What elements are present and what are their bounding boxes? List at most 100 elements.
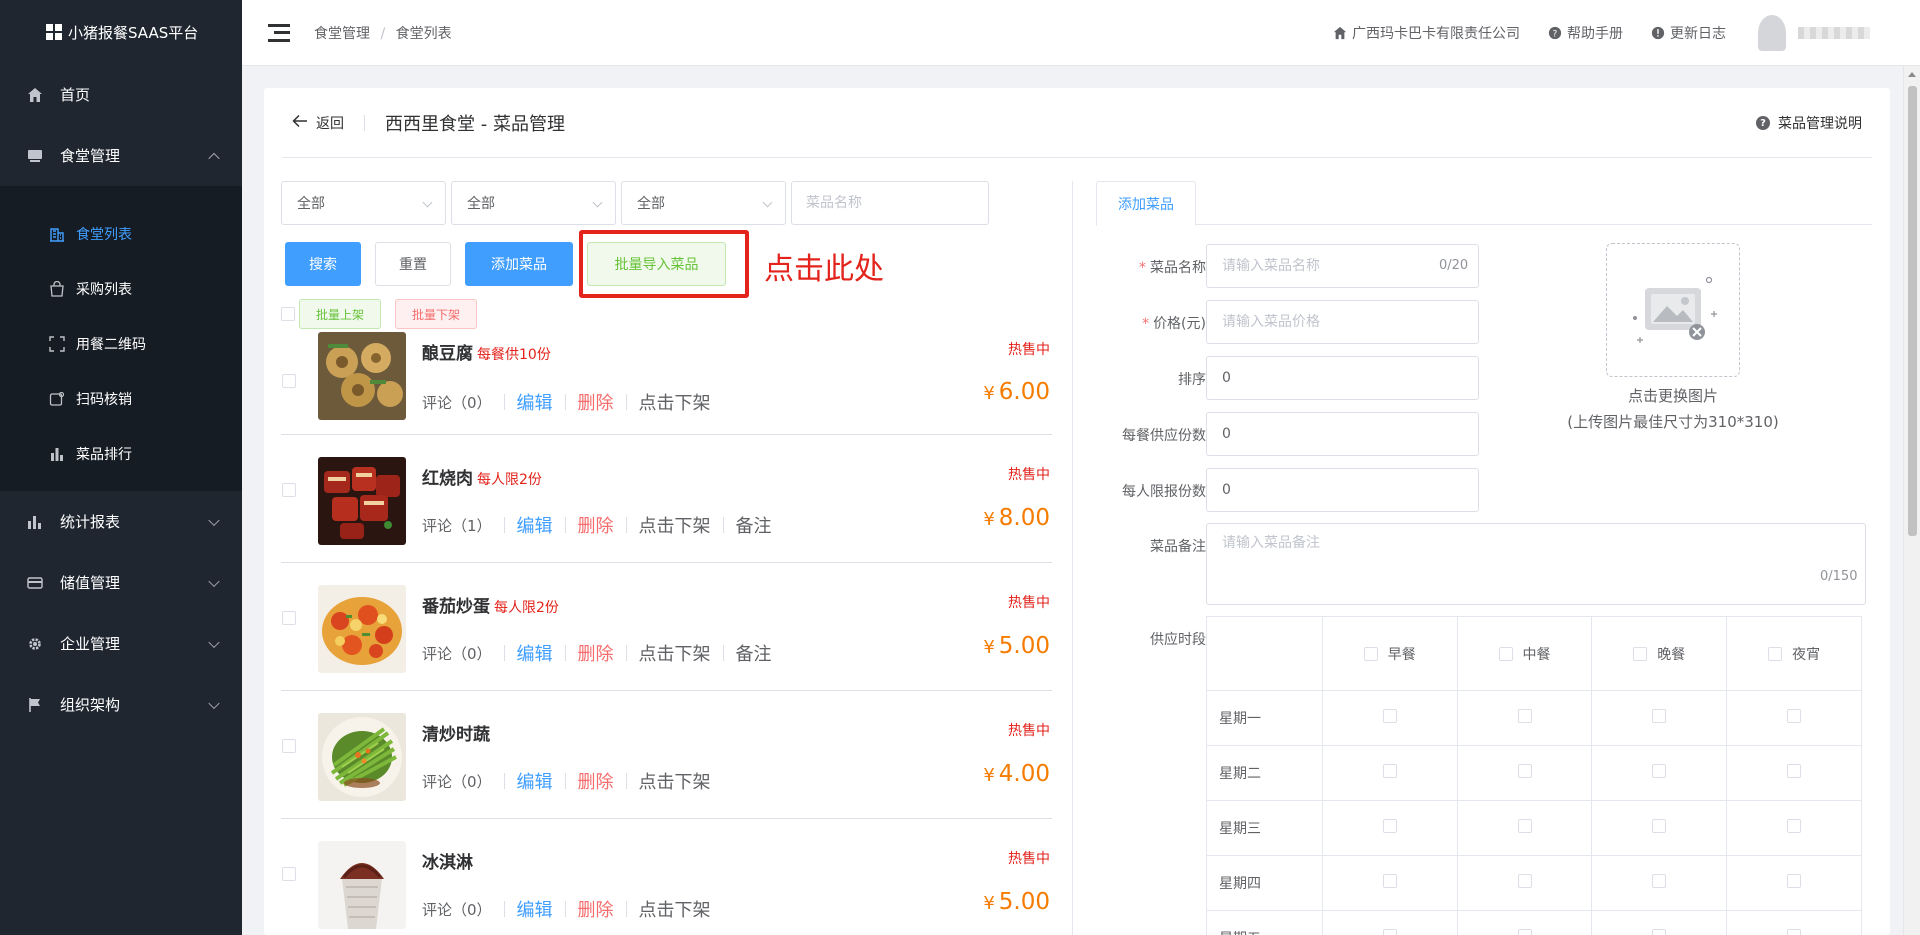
meal-header[interactable]: 中餐 bbox=[1456, 616, 1593, 691]
dish-comments-link[interactable]: 评论（0） bbox=[422, 392, 492, 413]
username-blurred[interactable] bbox=[1798, 27, 1870, 39]
slot-checkbox[interactable] bbox=[1517, 819, 1532, 833]
sidebar-item-dish-ranking[interactable]: 菜品排行 bbox=[0, 426, 242, 481]
price-input[interactable] bbox=[1206, 300, 1479, 344]
slot-checkbox[interactable] bbox=[1517, 709, 1532, 723]
edit-dish-link[interactable]: 编辑 bbox=[517, 389, 553, 415]
dish-comments-link[interactable]: 评论（0） bbox=[422, 771, 492, 792]
sort-input[interactable] bbox=[1206, 356, 1479, 400]
slot-checkbox[interactable] bbox=[1652, 709, 1667, 723]
slot-checkbox[interactable] bbox=[1652, 929, 1667, 935]
edit-dish-link[interactable]: 编辑 bbox=[517, 768, 553, 794]
sidebar-item-reports[interactable]: 统计报表 bbox=[0, 491, 242, 552]
dish-checkbox[interactable] bbox=[282, 483, 296, 497]
search-button[interactable]: 搜索 bbox=[285, 242, 361, 286]
edit-dish-link[interactable]: 编辑 bbox=[517, 640, 553, 666]
limit-per-person-input[interactable] bbox=[1206, 468, 1479, 512]
dish-checkbox[interactable] bbox=[282, 867, 296, 881]
slot-checkbox[interactable] bbox=[1517, 874, 1532, 888]
meal-checkbox[interactable] bbox=[1363, 646, 1378, 661]
dish-help-link[interactable]: ? 菜品管理说明 bbox=[1756, 88, 1862, 158]
dish-note-link[interactable]: 备注 bbox=[736, 512, 772, 538]
sidebar-item-home[interactable]: 首页 bbox=[0, 64, 242, 125]
slot-checkbox[interactable] bbox=[1652, 764, 1667, 778]
slot-checkbox[interactable] bbox=[1787, 874, 1802, 888]
slot-checkbox[interactable] bbox=[1382, 929, 1397, 935]
take-off-shelf-link[interactable]: 点击下架 bbox=[639, 768, 711, 794]
image-uploader[interactable] bbox=[1606, 243, 1740, 377]
form-tabs: 添加菜品 bbox=[1096, 181, 1872, 226]
slot-checkbox[interactable] bbox=[1787, 929, 1802, 935]
delete-dish-link[interactable]: 删除 bbox=[578, 768, 614, 794]
filter-select-1[interactable]: 全部 bbox=[281, 181, 446, 225]
dish-comments-link[interactable]: 评论（1） bbox=[422, 515, 492, 536]
sidebar-item-canteen-list[interactable]: 食堂列表 bbox=[0, 206, 242, 261]
scroll-thumb[interactable] bbox=[1908, 86, 1917, 536]
take-off-shelf-link[interactable]: 点击下架 bbox=[639, 512, 711, 538]
slot-checkbox[interactable] bbox=[1382, 874, 1397, 888]
slot-checkbox[interactable] bbox=[1652, 874, 1667, 888]
filter-select-3[interactable]: 全部 bbox=[621, 181, 786, 225]
batch-on-shelf-button[interactable]: 批量上架 bbox=[299, 299, 382, 329]
back-button[interactable]: 返回 bbox=[282, 113, 344, 133]
sidebar-item-canteen[interactable]: 食堂管理 bbox=[0, 125, 242, 186]
slot-checkbox[interactable] bbox=[1517, 764, 1532, 778]
dish-comments-link[interactable]: 评论（0） bbox=[422, 899, 492, 920]
sidebar-item-purchase-list[interactable]: 采购列表 bbox=[0, 261, 242, 316]
slot-checkbox[interactable] bbox=[1382, 819, 1397, 833]
scroll-up-arrow-icon[interactable] bbox=[1908, 72, 1916, 77]
slot-checkbox[interactable] bbox=[1787, 709, 1802, 723]
delete-dish-link[interactable]: 删除 bbox=[578, 512, 614, 538]
bulk-actions: 批量上架 批量下架 bbox=[281, 299, 478, 329]
slot-checkbox[interactable] bbox=[1787, 819, 1802, 833]
supply-per-meal-input[interactable] bbox=[1206, 412, 1479, 456]
help-manual-link[interactable]: ? 帮助手册 bbox=[1548, 23, 1623, 43]
sidebar-item-meal-qrcode[interactable]: 用餐二维码 bbox=[0, 316, 242, 371]
take-off-shelf-link[interactable]: 点击下架 bbox=[639, 389, 711, 415]
take-off-shelf-link[interactable]: 点击下架 bbox=[639, 640, 711, 666]
sidebar-item-organization[interactable]: 组织架构 bbox=[0, 674, 242, 735]
slot-checkbox[interactable] bbox=[1652, 819, 1667, 833]
sidebar-item-scan-verify[interactable]: 扫码核销 bbox=[0, 371, 242, 426]
meal-checkbox[interactable] bbox=[1498, 646, 1513, 661]
delete-dish-link[interactable]: 删除 bbox=[578, 640, 614, 666]
dish-checkbox[interactable] bbox=[282, 739, 296, 753]
tab-add-dish[interactable]: 添加菜品 bbox=[1096, 181, 1196, 226]
dish-name-search-input[interactable] bbox=[791, 181, 989, 225]
dish-comments-link[interactable]: 评论（0） bbox=[422, 643, 492, 664]
breadcrumb-item[interactable]: 食堂管理 bbox=[314, 26, 370, 42]
dish-note-link[interactable]: 备注 bbox=[736, 640, 772, 666]
day-label: 星期一 bbox=[1206, 690, 1323, 746]
add-dish-button[interactable]: 添加菜品 bbox=[465, 242, 573, 286]
back-label: 返回 bbox=[316, 115, 344, 132]
meal-header[interactable]: 早餐 bbox=[1321, 616, 1458, 691]
select-all-checkbox[interactable] bbox=[281, 307, 295, 321]
slot-checkbox[interactable] bbox=[1382, 709, 1397, 723]
company-switch[interactable]: 广西玛卡巴卡有限责任公司 bbox=[1333, 23, 1520, 43]
avatar[interactable] bbox=[1758, 15, 1786, 51]
changelog-link[interactable]: 更新日志 bbox=[1651, 23, 1726, 43]
menu-toggle-icon[interactable] bbox=[268, 23, 290, 42]
dish-checkbox[interactable] bbox=[282, 611, 296, 625]
sidebar-item-enterprise[interactable]: 企业管理 bbox=[0, 613, 242, 674]
dish-note-textarea[interactable] bbox=[1206, 523, 1866, 605]
delete-dish-link[interactable]: 删除 bbox=[578, 389, 614, 415]
meal-header[interactable]: 晚餐 bbox=[1591, 616, 1728, 691]
dish-checkbox[interactable] bbox=[282, 374, 296, 388]
slot-checkbox[interactable] bbox=[1787, 764, 1802, 778]
slot-checkbox[interactable] bbox=[1517, 929, 1532, 935]
delete-dish-link[interactable]: 删除 bbox=[578, 896, 614, 922]
page-scrollbar[interactable] bbox=[1903, 66, 1920, 935]
take-off-shelf-link[interactable]: 点击下架 bbox=[639, 896, 711, 922]
meal-checkbox[interactable] bbox=[1633, 646, 1648, 661]
meal-checkbox[interactable] bbox=[1768, 646, 1783, 661]
reset-button[interactable]: 重置 bbox=[375, 242, 451, 286]
batch-off-shelf-button[interactable]: 批量下架 bbox=[395, 299, 478, 329]
filter-select-2[interactable]: 全部 bbox=[451, 181, 616, 225]
slot-checkbox[interactable] bbox=[1382, 764, 1397, 778]
meal-header[interactable]: 夜宵 bbox=[1726, 616, 1862, 691]
sidebar-item-stored-value[interactable]: 储值管理 bbox=[0, 552, 242, 613]
edit-dish-link[interactable]: 编辑 bbox=[517, 896, 553, 922]
app-logo[interactable]: 小猪报餐SAAS平台 bbox=[0, 0, 242, 64]
edit-dish-link[interactable]: 编辑 bbox=[517, 512, 553, 538]
